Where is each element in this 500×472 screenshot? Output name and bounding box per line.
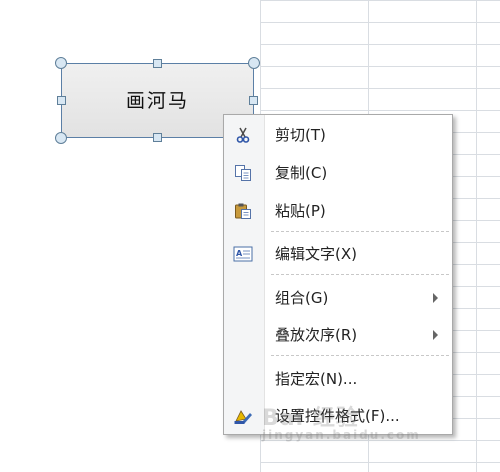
edit-text-icon: A [233,244,253,264]
copy-icon [233,163,253,183]
svg-text:A: A [236,249,243,258]
menu-item-edit-text[interactable]: A 编辑文字(X) [224,236,452,270]
menu-item-label: 剪切(T) [275,125,326,144]
submenu-arrow-icon [433,293,438,303]
menu-item-label: 粘贴(P) [275,201,326,220]
menu-item-label: 叠放次序(R) [275,325,358,344]
format-control-icon [233,406,253,426]
resize-handle-bottom[interactable] [153,133,162,142]
menu-item-label: 编辑文字(X) [275,244,357,263]
menu-separator [271,231,449,232]
menu-item-cut[interactable]: 剪切(T) [224,117,452,151]
menu-item-label: 复制(C) [275,163,328,182]
menu-item-label: 组合(G) [275,288,329,307]
resize-handle-bottom-left[interactable] [55,132,67,144]
menu-item-label: 指定宏(N)... [275,369,358,388]
menu-item-copy[interactable]: 复制(C) [224,155,452,189]
menu-item-paste[interactable]: 粘贴(P) [224,193,452,227]
resize-handle-top-left[interactable] [55,57,67,69]
menu-item-group[interactable]: 组合(G) [224,280,452,314]
resize-handle-right[interactable] [249,96,258,105]
menu-separator [271,274,449,275]
form-control-button-label: 画河马 [125,90,189,112]
context-menu: 剪切(T) 复制(C) 粘贴(P) A 编辑文字(X) 组合(G) 叠放次序(R… [223,114,453,435]
menu-item-assign-macro[interactable]: 指定宏(N)... [224,361,452,395]
watermark-url: jingyan.baidu.com [262,428,421,442]
watermark: Bai 经验 jingyan.baidu.com [262,400,492,442]
menu-separator [271,355,449,356]
resize-handle-top[interactable] [153,59,162,68]
menu-item-order[interactable]: 叠放次序(R) [224,317,452,351]
resize-handle-left[interactable] [57,96,66,105]
paste-icon [233,201,253,221]
submenu-arrow-icon [433,330,438,340]
scissors-icon [233,125,253,145]
resize-handle-top-right[interactable] [248,57,260,69]
